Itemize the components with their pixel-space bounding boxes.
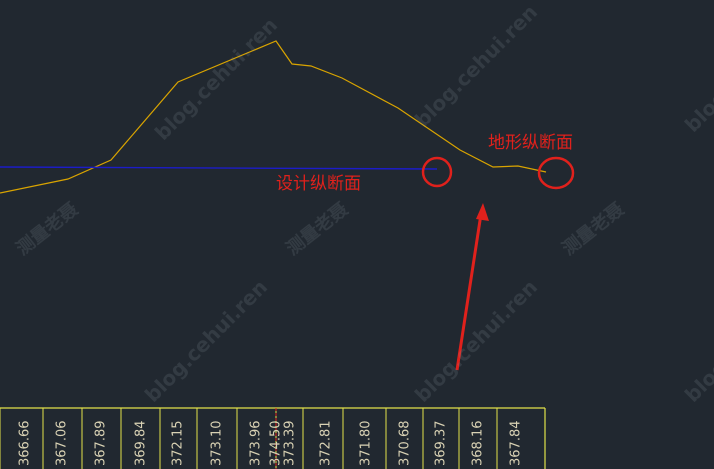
design-profile-line	[0, 166, 438, 170]
terrain-profile-end-marker	[537, 156, 575, 190]
elevation-value: 368.16	[471, 421, 486, 467]
elevation-value: 367.06	[55, 421, 70, 467]
elevation-value: 373.39	[283, 421, 298, 467]
design-profile-label: 设计纵断面	[276, 174, 361, 194]
elevation-value: 367.89	[94, 421, 109, 467]
elevation-value: 372.81	[319, 421, 334, 467]
elevation-value: 371.80	[359, 421, 374, 467]
elevation-values: 366.66 367.06 367.89 369.84 372.15 373.10 373.…	[18, 421, 524, 467]
elevation-value: 373.96	[249, 421, 264, 467]
elevation-value: 372.15	[171, 421, 186, 467]
terrain-profile-label: 地形纵断面	[488, 133, 573, 153]
elevation-value: 374.50	[269, 421, 284, 467]
arrow-head	[476, 203, 489, 221]
elevation-value: 367.84	[509, 421, 524, 467]
elevation-value: 369.84	[134, 421, 149, 467]
design-profile-end-marker	[421, 156, 453, 188]
cad-profile-canvas[interactable]: 366.66 367.06 367.89 369.84 372.15 373.10 373.…	[0, 0, 714, 469]
elevation-value: 370.68	[398, 421, 413, 467]
elevation-value: 373.10	[210, 421, 225, 467]
elevation-value: 366.66	[18, 421, 33, 467]
elevation-value: 369.37	[434, 421, 449, 467]
